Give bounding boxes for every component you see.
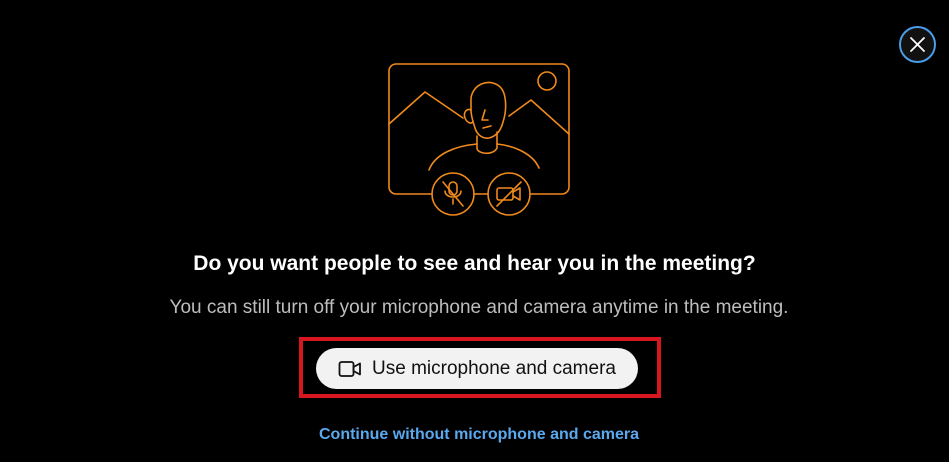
primary-button-label: Use microphone and camera xyxy=(372,357,616,379)
continue-without-media-link[interactable]: Continue without microphone and camera xyxy=(0,426,949,444)
person-video-illustration xyxy=(388,63,570,216)
close-button[interactable] xyxy=(899,26,936,63)
media-permission-dialog: Do you want people to see and hear you i… xyxy=(0,0,949,462)
video-camera-icon xyxy=(338,360,361,377)
close-icon xyxy=(910,37,925,52)
dialog-subtext: You can still turn off your microphone a… xyxy=(169,297,789,318)
use-mic-and-camera-button[interactable]: Use microphone and camera xyxy=(316,348,638,389)
dialog-heading: Do you want people to see and hear you i… xyxy=(193,252,756,275)
